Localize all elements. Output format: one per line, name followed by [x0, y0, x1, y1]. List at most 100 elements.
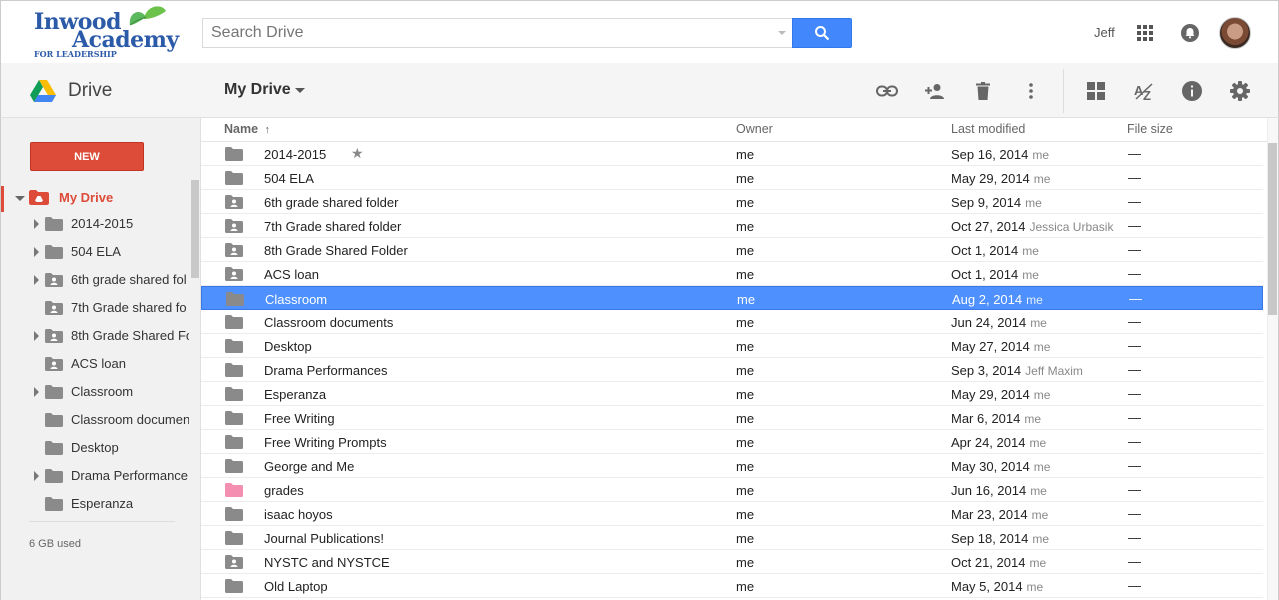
sidebar-folder-item[interactable]: Esperanza — [1, 490, 189, 518]
modified-by: me — [1032, 532, 1050, 546]
modified-by: me — [1029, 436, 1047, 450]
chevron-down-icon[interactable] — [295, 88, 305, 93]
folder-icon — [45, 441, 63, 458]
search-input[interactable] — [203, 19, 792, 47]
modified-date: Mar 23, 2014 — [951, 507, 1028, 522]
table-row[interactable]: Free Writing Prompts me Apr 24, 2014 me — — [201, 430, 1263, 454]
expand-caret-icon[interactable] — [34, 219, 39, 229]
expand-caret-icon[interactable] — [34, 247, 39, 257]
file-last-modified: Aug 2, 2014 me — [952, 292, 1043, 307]
expand-caret-icon[interactable] — [34, 471, 39, 481]
sidebar-folder-item[interactable]: Drama Performance — [1, 462, 189, 490]
expand-caret-icon[interactable] — [34, 387, 39, 397]
sidebar-item-my-drive[interactable]: My Drive — [1, 186, 191, 212]
file-name: 6th grade shared folder — [264, 195, 399, 210]
file-owner: me — [736, 267, 755, 282]
expand-caret-icon[interactable] — [34, 275, 39, 285]
search-field[interactable] — [202, 18, 792, 48]
sidebar-folder-item[interactable]: ACS loan — [1, 350, 189, 378]
star-icon[interactable]: ★ — [351, 145, 364, 162]
modified-date: May 29, 2014 — [951, 171, 1030, 186]
user-name[interactable]: Jeff — [1094, 25, 1115, 40]
file-owner: me — [736, 507, 755, 522]
file-last-modified: Sep 3, 2014 Jeff Maxim — [951, 363, 1083, 378]
breadcrumb[interactable]: My Drive — [224, 81, 291, 99]
school-logo[interactable]: Inwood Academy FOR LEADERSHIP — [34, 5, 179, 60]
drive-app-label[interactable]: Drive — [68, 80, 112, 102]
sidebar-folder-item[interactable]: 2014-2015 — [1, 210, 189, 238]
table-row[interactable]: Classroom me Aug 2, 2014 me — — [201, 286, 1263, 310]
table-row[interactable]: Esperanza me May 29, 2014 me — — [201, 382, 1263, 406]
table-row[interactable]: 7th Grade shared folder me Oct 27, 2014 Jes… — [201, 214, 1263, 238]
table-row[interactable]: Journal Publications! me Sep 18, 2014 me — — [201, 526, 1263, 550]
modified-date: Sep 16, 2014 — [951, 147, 1029, 162]
table-row[interactable]: Desktop me May 27, 2014 me — — [201, 334, 1263, 358]
file-owner: me — [737, 292, 756, 307]
sidebar-folder-item[interactable]: Classroom — [1, 378, 189, 406]
sidebar-folder-item[interactable]: 504 ELA — [1, 238, 189, 266]
sidebar-scrollbar[interactable] — [191, 180, 199, 278]
folder-icon — [45, 413, 63, 430]
file-last-modified: May 29, 2014 me — [951, 387, 1050, 402]
sidebar-folder-item[interactable]: 6th grade shared fol — [1, 266, 189, 294]
table-row[interactable]: NYSTC and NYSTCE me Oct 21, 2014 me — — [201, 550, 1263, 574]
shared-folder-icon — [45, 357, 63, 374]
file-last-modified: Sep 9, 2014 me — [951, 195, 1042, 210]
table-row[interactable]: 2014-2015 ★ me Sep 16, 2014 me — — [201, 142, 1263, 166]
get-link-icon[interactable] — [875, 79, 899, 103]
file-size: — — [1128, 362, 1141, 377]
collapse-caret-icon[interactable] — [15, 196, 25, 201]
modified-by: me — [1032, 148, 1050, 162]
table-row[interactable]: 6th grade shared folder me Sep 9, 2014 me — — [201, 190, 1263, 214]
avatar[interactable] — [1219, 17, 1251, 49]
table-row[interactable]: Free Writing me Mar 6, 2014 me — — [201, 406, 1263, 430]
apps-grid-icon[interactable] — [1137, 25, 1153, 41]
file-last-modified: May 5, 2014 me — [951, 579, 1043, 594]
sidebar-item-label: 2014-2015 — [71, 216, 134, 231]
sort-arrow-icon[interactable]: ↑ — [265, 124, 271, 136]
grid-view-icon[interactable] — [1084, 79, 1108, 103]
sidebar-folder-item[interactable]: Desktop — [1, 434, 189, 462]
share-add-person-icon[interactable] — [923, 79, 947, 103]
file-size: — — [1128, 530, 1141, 545]
table-row[interactable]: grades me Jun 16, 2014 me — — [201, 478, 1263, 502]
modified-date: Oct 21, 2014 — [951, 555, 1026, 570]
notifications-bell-icon[interactable] — [1181, 24, 1199, 42]
column-header-name[interactable]: Name ↑ — [224, 122, 270, 136]
more-options-icon[interactable] — [1019, 79, 1043, 103]
sidebar-item-label: Drama Performance — [71, 468, 189, 483]
settings-gear-icon[interactable] — [1228, 79, 1252, 103]
table-row[interactable]: 8th Grade Shared Folder me Oct 1, 2014 me — — [201, 238, 1263, 262]
table-row[interactable]: George and Me me May 30, 2014 me — — [201, 454, 1263, 478]
modified-by: me — [1033, 172, 1051, 186]
sidebar-folder-item[interactable]: 8th Grade Shared Fo — [1, 322, 189, 350]
column-header-file-size[interactable]: File size — [1127, 122, 1173, 136]
file-last-modified: Oct 1, 2014 me — [951, 243, 1039, 258]
folder-icon — [45, 385, 63, 402]
column-header-last-modified[interactable]: Last modified — [951, 122, 1025, 136]
table-row[interactable]: ACS loan me Oct 1, 2014 me — — [201, 262, 1263, 286]
modified-by: me — [1030, 484, 1047, 498]
trash-icon[interactable] — [971, 79, 995, 103]
modified-by: me — [1024, 412, 1042, 426]
sidebar-folder-item[interactable]: 7th Grade shared fo — [1, 294, 189, 322]
table-row[interactable]: Drama Performances me Sep 3, 2014 Jeff Maxi… — [201, 358, 1263, 382]
info-icon[interactable] — [1180, 79, 1204, 103]
search-button[interactable] — [792, 18, 852, 48]
sidebar-folder-item[interactable]: Classroom documen — [1, 406, 189, 434]
file-last-modified: Oct 1, 2014 me — [951, 267, 1039, 282]
leaf-icon — [129, 6, 166, 26]
table-row[interactable]: isaac hoyos me Mar 23, 2014 me — — [201, 502, 1263, 526]
sort-az-icon[interactable]: A Z — [1132, 79, 1156, 103]
expand-caret-icon[interactable] — [34, 331, 39, 341]
new-button[interactable]: NEW — [30, 142, 144, 171]
sidebar-item-label: ACS loan — [71, 356, 126, 371]
table-row[interactable]: Classroom documents me Jun 24, 2014 me — — [201, 310, 1263, 334]
table-row[interactable]: Old Laptop me May 5, 2014 me — — [201, 574, 1263, 598]
column-header-owner[interactable]: Owner — [736, 122, 773, 136]
search-options-caret-icon[interactable] — [778, 31, 786, 35]
file-name: NYSTC and NYSTCE — [264, 555, 390, 570]
file-name: Classroom documents — [264, 315, 394, 330]
table-row[interactable]: 504 ELA me May 29, 2014 me — — [201, 166, 1263, 190]
file-list-scrollbar[interactable] — [1268, 143, 1277, 315]
